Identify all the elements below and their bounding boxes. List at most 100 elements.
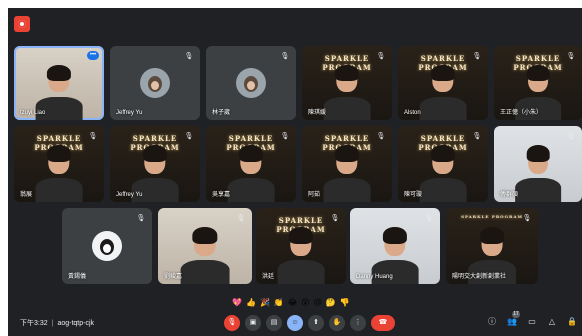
mic-muted-icon: 🎙 [376,133,386,140]
more-options-button[interactable]: ⋮ [350,315,366,331]
participant-video [35,145,83,202]
call-controls: 🎙 ▣ ▤ ☺ ⬆ ✋ ⋮ ☎ [224,315,395,331]
reaction-bar: 💖 👍 🎉 👏 😂 😮 😢 🤔 👎 [232,296,350,309]
meeting-info: 下午3:32 | aog-tqtp-cjk [20,318,94,328]
mic-muted-icon: 🎙 [184,53,194,60]
leave-call-button[interactable]: ☎ [371,315,395,331]
participant-tile[interactable]: 🎙 劉峻嘉 [158,208,252,284]
meeting-separator: | [51,320,54,327]
participant-video [323,64,371,120]
person-hair [335,64,359,81]
raise-hand-button[interactable]: ✋ [329,315,345,331]
mic-muted-icon: 🎙 [136,215,146,222]
person-hair [383,227,407,244]
captions-button[interactable]: ▤ [266,315,282,331]
reaction-emoji-button[interactable]: 💖 [232,296,242,309]
person-body [277,259,325,284]
captions-icon: ▤ [270,319,278,326]
participant-tile[interactable]: 🎙 黃錫儀 [62,208,152,284]
activities-button[interactable]: △ [546,316,558,328]
info-icon: ⓘ [488,317,496,326]
participant-name: 王正億（小朱） [500,110,543,116]
person-hair [480,227,504,244]
avatar-face [100,239,114,255]
emoji-button[interactable]: ☺ [287,315,303,331]
chat-button[interactable]: ▭ [526,316,538,328]
participant-video [180,227,230,284]
info-button[interactable]: ⓘ [486,316,498,328]
people-icon: 👥 [507,317,517,326]
camera-icon: ▣ [249,319,257,326]
reaction-emoji-button[interactable]: 😢 [314,296,322,309]
person-body [180,259,230,284]
lock-button[interactable]: 🔒 [566,316,578,328]
participant-video [515,145,561,202]
person-hair [192,227,218,244]
participant-name: Jeffrey Yu [116,110,143,116]
participant-name: 陽明交大創新創業社 [452,274,507,280]
participant-name: 阿茹 [308,192,321,198]
participant-name: 傅群碩 [500,192,519,198]
raise-hand-icon: ✋ [332,319,342,326]
emoji-icon: ☺ [291,319,299,326]
tile-more-icon[interactable]: ••• [87,51,99,60]
person-body [323,96,371,120]
person-hair [47,64,71,81]
person-hair [526,145,550,162]
participant-tile[interactable]: 🎙 傅群碩 [494,126,582,202]
person-body [515,177,561,202]
reaction-emoji-button[interactable]: 👍 [246,296,256,309]
mic-muted-icon: 🎙 [424,215,434,222]
present-button[interactable]: ⬆ [308,315,324,331]
participant-tile[interactable]: 🎙 林子崴 [206,46,296,120]
participant-tile[interactable]: SPARKLE PROGRAM🎙阿茹 [302,126,392,202]
person-hair [526,64,550,81]
participant-tile[interactable]: 🎙 Danny Huang [350,208,440,284]
mic-muted-icon: 🎙 [376,53,386,60]
mic-off-button[interactable]: 🎙 [224,315,240,331]
participant-tile[interactable]: SPARKLE PROGRAM 🎙 陽明交大創新創業社 [446,208,538,284]
person-body [35,177,83,202]
meeting-stage: •••tzuyi Liao🎙Jeffrey Yu🎙林子崴SPARKLE PROG… [8,8,582,336]
participant-name: tzuyi Liao [20,110,46,116]
participant-tile[interactable]: SPARKLE PROGRAM🎙翁展 [14,126,104,202]
people-button[interactable]: 👥 17 [506,311,520,328]
participant-name: 林子崴 [212,110,231,116]
participant-tile[interactable]: SPARKLE PROGRAM🎙吳享嘉 [206,126,296,202]
participant-tile[interactable]: ••• tzuyi Liao [14,46,104,120]
reaction-emoji-button[interactable]: 😮 [301,296,309,309]
mic-muted-icon: 🎙 [472,133,482,140]
participant-tile[interactable]: SPARKLE PROGRAM🎙陳可璇 [398,126,488,202]
reaction-emoji-button[interactable]: 🎉 [260,296,270,309]
person-body [131,177,179,202]
participant-tile[interactable]: SPARKLE PROGRAM🎙Alston [398,46,488,120]
person-hair [431,145,455,162]
camera-button[interactable]: ▣ [245,315,261,331]
reaction-emoji-button[interactable]: 🤔 [326,296,336,309]
mic-muted-icon: 🎙 [330,215,340,222]
participant-tile[interactable]: 🎙 Jeffrey Yu [110,46,200,120]
mic-muted-icon: 🎙 [566,53,576,60]
person-body [371,259,419,284]
reaction-emoji-button[interactable]: 😂 [288,296,297,309]
reaction-emoji-button[interactable]: 👎 [340,296,350,309]
more-vert-icon: ⋮ [354,319,362,326]
person-hair [239,145,263,162]
present-icon: ⬆ [313,319,319,326]
participant-tile[interactable]: SPARKLE PROGRAM🎙王正億（小朱） [494,46,582,120]
participant-tile[interactable]: SPARKLE PROGRAM🎙Jeffrey Yu [110,126,200,202]
participant-name: 陳可璇 [404,192,423,198]
reaction-emoji-button[interactable]: 👏 [274,296,284,309]
participant-name: 黃錫儀 [68,274,87,280]
avatar-face [244,76,258,92]
participant-tile[interactable]: SPARKLE PROGRAM🎙洪廷 [256,208,346,284]
participant-name: Danny Huang [356,274,393,280]
mic-off-icon: 🎙 [227,319,237,326]
avatar [92,231,122,261]
person-body [419,96,467,120]
mic-muted-icon: 🎙 [184,133,194,140]
participant-count-badge: 17 [512,311,520,318]
person-hair [431,64,455,81]
participant-tile[interactable]: SPARKLE PROGRAM🎙陳琪媛 [302,46,392,120]
participant-video [227,145,275,202]
